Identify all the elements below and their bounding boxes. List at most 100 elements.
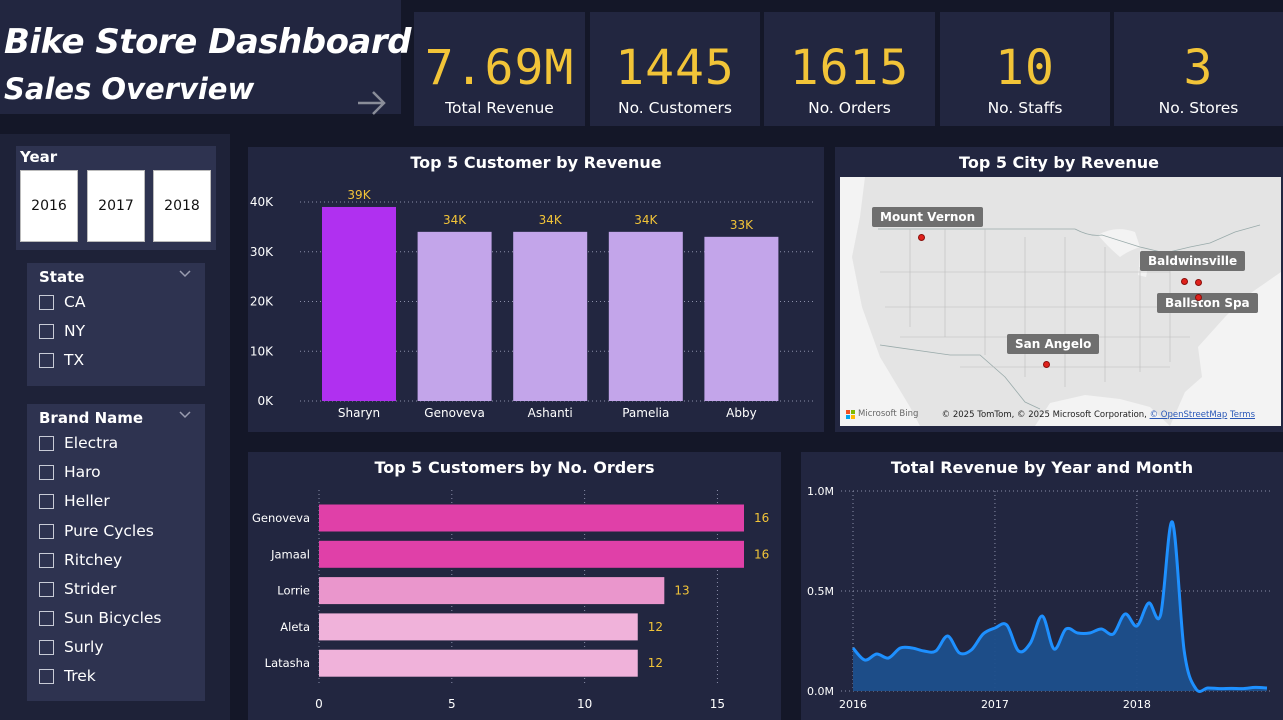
- brand-option[interactable]: Surly: [39, 636, 104, 658]
- checkbox[interactable]: [39, 435, 54, 451]
- year-button-2017[interactable]: 2017: [87, 170, 145, 242]
- x-tick-label: Sharyn: [338, 406, 380, 420]
- option-label: Strider: [64, 580, 117, 598]
- kpi-stores: 3 No. Stores: [1114, 12, 1283, 126]
- title-panel: Bike Store Dashboard Sales Overview: [0, 0, 411, 115]
- map-label-city: Mount Vernon: [872, 207, 984, 227]
- data-label: 39K: [347, 188, 371, 202]
- state-slicer-title: State: [39, 268, 85, 286]
- kpi-customers: 1445 No. Customers: [590, 12, 760, 126]
- bar: [704, 236, 779, 401]
- option-label: Ritchey: [64, 551, 123, 569]
- data-label: 34K: [634, 213, 658, 227]
- kpi-label: No. Orders: [808, 99, 891, 117]
- revenue-chart-panel: Top 5 Customer by Revenue 0K 10K 20K 30K 40K…: [248, 147, 824, 432]
- data-label: 34K: [539, 213, 563, 227]
- chevron-down-icon[interactable]: [179, 269, 191, 279]
- x-tick-label: 10: [577, 697, 592, 711]
- dashboard-subtitle: Sales Overview: [4, 72, 255, 106]
- x-tick-label: Abby: [726, 406, 757, 420]
- checkbox[interactable]: [39, 581, 54, 597]
- brand-option[interactable]: Strider: [39, 578, 116, 600]
- option-label: CA: [64, 293, 86, 311]
- bar: [608, 231, 683, 401]
- x-tick-label: Genoveva: [424, 406, 485, 420]
- brand-slicer: Brand Name Electra Haro Heller Pure Cycl…: [27, 404, 205, 701]
- arrow-right-icon[interactable]: [355, 86, 389, 120]
- checkbox[interactable]: [39, 493, 54, 509]
- checkbox[interactable]: [39, 294, 54, 310]
- brand-option[interactable]: Heller: [39, 490, 110, 512]
- checkbox[interactable]: [39, 639, 54, 655]
- year-button-2016[interactable]: 2016: [20, 170, 78, 242]
- kpi-value: 3: [1183, 40, 1214, 96]
- chart-title: Top 5 City by Revenue: [959, 153, 1159, 172]
- kpi-label: No. Stores: [1158, 99, 1239, 117]
- map-label-city: San Angelo: [1007, 334, 1100, 354]
- x-tick-label: 2017: [981, 698, 1009, 711]
- orders-chart-panel: Top 5 Customers by No. Orders 0 5 10 15 16 Ge…: [248, 452, 781, 720]
- kpi-orders: 1615 No. Orders: [764, 12, 935, 126]
- option-label: Heller: [64, 492, 110, 510]
- checkbox[interactable]: [39, 610, 54, 626]
- y-tick-label: Lorrie: [277, 584, 310, 598]
- data-label: 34K: [443, 213, 467, 227]
- logo-text: Microsoft Bing: [858, 409, 919, 419]
- credit-text: © 2025 TomTom, © 2025 Microsoft Corporat…: [941, 410, 1150, 420]
- city-map[interactable]: Mount Vernon Baldwinsville Ballston Spa …: [840, 177, 1281, 426]
- option-label: Pure Cycles: [64, 522, 154, 540]
- revenue-bar-chart: 0K 10K 20K 30K 40K 39K Sharyn 34K Genoveva 34K Ash…: [250, 188, 816, 420]
- brand-option[interactable]: Haro: [39, 461, 101, 483]
- kpi-label: No. Customers: [617, 99, 733, 117]
- state-option-ny[interactable]: NY: [39, 320, 85, 342]
- state-option-tx[interactable]: TX: [39, 349, 84, 371]
- chevron-down-icon[interactable]: [179, 410, 191, 420]
- option-label: Surly: [64, 638, 104, 656]
- brand-option[interactable]: Trek: [39, 665, 96, 687]
- brand-option[interactable]: Electra: [39, 432, 118, 454]
- x-tick-label: Pamelia: [622, 406, 669, 420]
- brand-option[interactable]: Sun Bicycles: [39, 607, 162, 629]
- bar: [319, 577, 665, 605]
- checkbox[interactable]: [39, 464, 54, 480]
- bar: [513, 231, 588, 401]
- map-credit: © 2025 TomTom, © 2025 Microsoft Corporat…: [942, 410, 1255, 420]
- option-label: NY: [64, 322, 86, 340]
- osm-link[interactable]: © OpenStreetMap: [1150, 410, 1228, 420]
- checkbox[interactable]: [39, 323, 54, 339]
- brand-option[interactable]: Ritchey: [39, 549, 122, 571]
- y-tick-label: 0.5M: [807, 585, 834, 598]
- option-label: TX: [64, 351, 85, 369]
- year-button-2018[interactable]: 2018: [153, 170, 211, 242]
- checkbox[interactable]: [39, 523, 54, 539]
- map-marker[interactable]: [1195, 279, 1202, 286]
- y-tick-label: Latasha: [265, 656, 310, 670]
- x-tick-label: 5: [448, 697, 456, 711]
- y-tick-label: 10K: [250, 344, 274, 358]
- x-tick-label: 0: [315, 697, 323, 711]
- area-fill: [853, 521, 1267, 692]
- kpi-label: Total Revenue: [445, 99, 554, 117]
- revenue-area-chart: 0.0M 0.5M 1.0M 2016 2017 2018: [807, 485, 1273, 711]
- state-option-ca[interactable]: CA: [39, 291, 85, 313]
- data-label: 16: [754, 547, 769, 561]
- map-marker[interactable]: [1043, 361, 1050, 368]
- orders-bar-chart: 0 5 10 15 16 Genoveva 16 Jamaal 13 Lorrie 12 Aleta 1…: [252, 490, 769, 711]
- year-slicer: Year 2016 2017 2018: [16, 146, 216, 250]
- kpi-value: 1615: [789, 40, 910, 96]
- kpi-staffs: 10 No. Staffs: [940, 12, 1110, 126]
- option-label: Haro: [64, 463, 101, 481]
- terms-link[interactable]: Terms: [1230, 410, 1255, 420]
- map-marker[interactable]: [918, 234, 925, 241]
- data-label: 33K: [730, 218, 754, 232]
- map-marker[interactable]: [1195, 294, 1202, 301]
- checkbox[interactable]: [39, 552, 54, 568]
- x-tick-label: 15: [710, 697, 725, 711]
- brand-option[interactable]: Pure Cycles: [39, 520, 154, 542]
- checkbox[interactable]: [39, 352, 54, 368]
- x-tick-label: 2018: [1123, 698, 1151, 711]
- option-label: Trek: [64, 667, 96, 685]
- map-marker[interactable]: [1181, 278, 1188, 285]
- y-tick-label: 40K: [250, 195, 274, 209]
- checkbox[interactable]: [39, 668, 54, 684]
